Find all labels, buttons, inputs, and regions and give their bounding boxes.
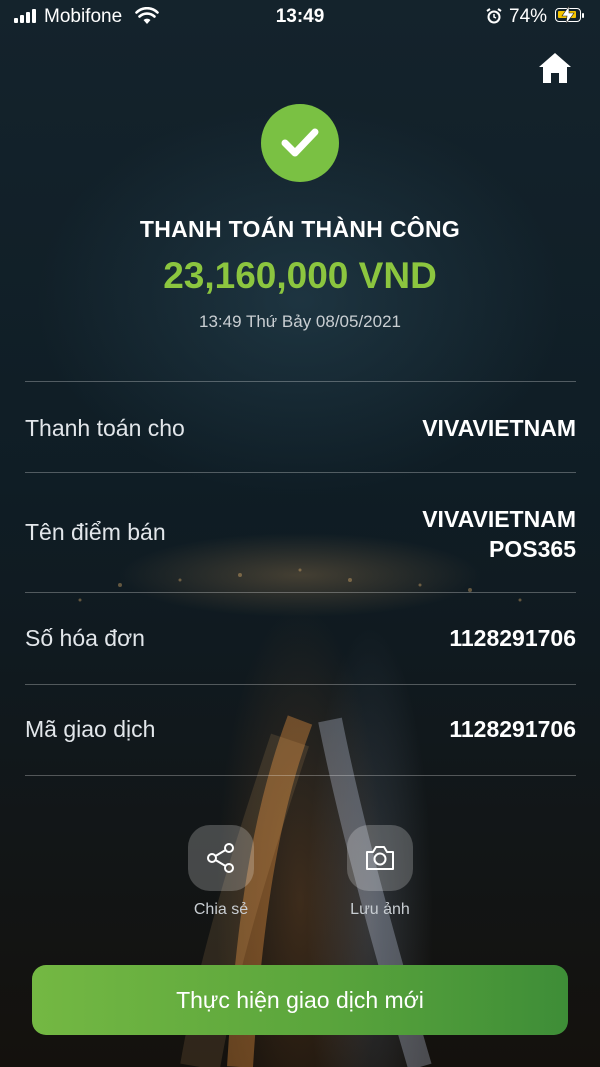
payment-status-title: THANH TOÁN THÀNH CÔNG [139,216,461,242]
battery-percent: 74% [509,6,548,27]
detail-value-store-name-line1: VIVAVIETNAM [422,506,576,532]
detail-value-invoice-number: 1128291706 [449,625,576,651]
home-icon [539,53,571,83]
battery-tip [582,13,584,18]
status-bar: Mobifone 13:49 74% [0,0,600,34]
new-transaction-button[interactable]: Thực hiện giao dịch mới [32,965,568,1035]
detail-label-store-name: Tên điểm bán [25,519,166,545]
divider [25,592,576,593]
detail-label-pay-to: Thanh toán cho [25,415,185,441]
detail-value-transaction-id: 1128291706 [449,716,576,742]
charging-bolt-icon [561,6,575,24]
save-image-button[interactable] [347,825,413,891]
success-check-badge [261,104,339,182]
alarm-clock-icon [486,8,502,24]
divider [25,684,576,685]
share-label: Chia sẻ [193,901,249,918]
payment-amount: 23,160,000 VND [163,255,437,296]
divider [25,472,576,473]
detail-value-pay-to: VIVAVIETNAM [422,415,576,441]
detail-label-invoice-number: Số hóa đơn [25,625,145,651]
payment-datetime: 13:49 Thứ Bảy 08/05/2021 [199,312,401,331]
camera-icon [366,846,394,870]
save-image-label: Lưu ảnh [350,901,410,918]
home-button[interactable] [537,50,573,86]
detail-value-store-name-line2: POS365 [489,536,576,562]
divider [25,775,576,776]
divider [25,381,576,382]
detail-label-transaction-id: Mã giao dịch [25,716,156,742]
share-button[interactable] [188,825,254,891]
checkmark-icon [281,128,319,157]
share-icon [207,843,234,873]
